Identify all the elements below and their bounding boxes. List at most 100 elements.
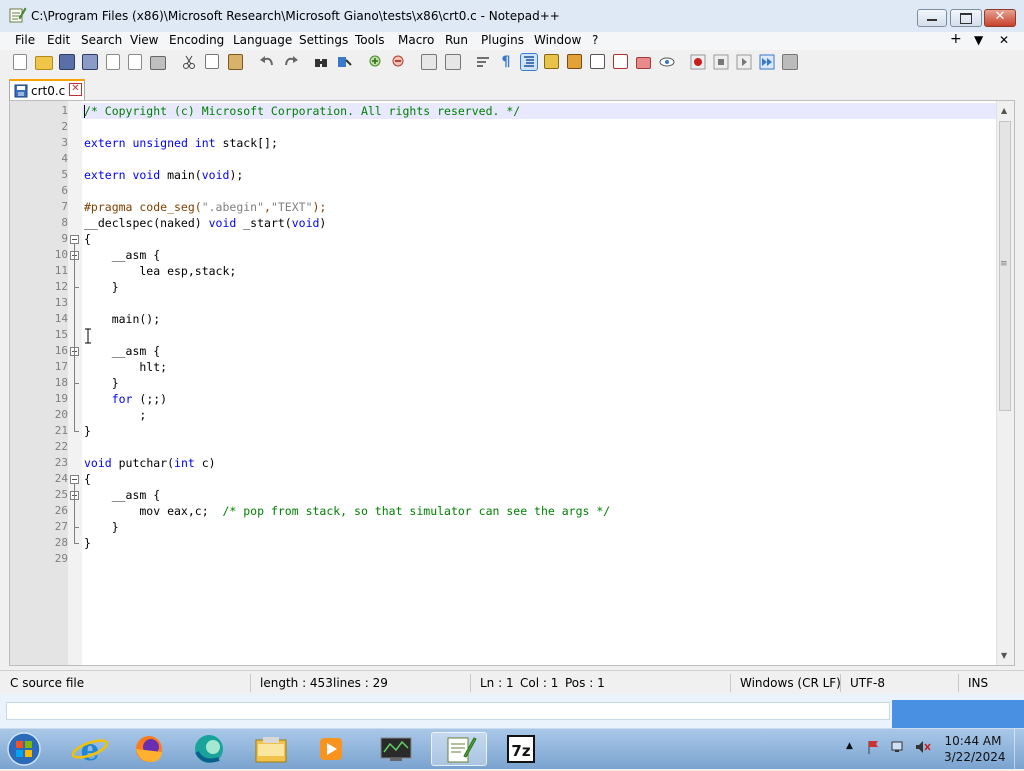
maximize-button[interactable] bbox=[950, 9, 982, 27]
save-macro-icon[interactable] bbox=[782, 54, 798, 70]
fold-toggle-icon[interactable] bbox=[70, 475, 79, 484]
menu-encoding[interactable]: Encoding bbox=[169, 33, 224, 47]
find-icon[interactable] bbox=[313, 54, 329, 70]
code-line[interactable]: } bbox=[84, 279, 119, 295]
code-line[interactable]: lea esp,stack; bbox=[84, 263, 236, 279]
firefox-icon[interactable] bbox=[121, 732, 177, 766]
fold-toggle-icon[interactable] bbox=[70, 235, 79, 244]
menu-macro[interactable]: Macro bbox=[398, 33, 434, 47]
menu-settings[interactable]: Settings bbox=[299, 33, 348, 47]
notepadpp-taskbar-button[interactable] bbox=[431, 732, 487, 766]
close-button[interactable]: ✕ bbox=[984, 9, 1016, 27]
code-line[interactable]: } bbox=[84, 375, 119, 391]
scroll-down-icon[interactable]: ▼ bbox=[1001, 651, 1007, 660]
save-icon[interactable] bbox=[59, 54, 75, 70]
menu-plugins[interactable]: Plugins bbox=[481, 33, 524, 47]
close-all-icon[interactable] bbox=[128, 54, 142, 70]
run-macro-multiple-icon[interactable] bbox=[759, 54, 775, 70]
menu-tools[interactable]: Tools bbox=[355, 33, 385, 47]
code-line[interactable]: mov eax,c; /* pop from stack, so that si… bbox=[84, 503, 610, 519]
status-eol[interactable]: Windows (CR LF) bbox=[740, 676, 841, 690]
open-file-icon[interactable] bbox=[35, 56, 53, 70]
monitoring-icon[interactable] bbox=[636, 57, 651, 69]
menu-file[interactable]: File bbox=[15, 33, 35, 47]
code-line[interactable]: main(); bbox=[84, 311, 160, 327]
sync-horizontal-icon[interactable] bbox=[445, 54, 461, 70]
tab-crt0[interactable]: crt0.c ✕ bbox=[9, 79, 85, 100]
print-icon[interactable] bbox=[150, 56, 166, 70]
copy-icon[interactable] bbox=[205, 54, 219, 69]
tab-list-button[interactable]: ▼ bbox=[974, 33, 983, 47]
internet-explorer-icon[interactable]: e bbox=[62, 732, 118, 768]
edge-icon[interactable] bbox=[181, 732, 237, 766]
zoom-out-icon[interactable] bbox=[391, 54, 407, 70]
word-wrap-icon[interactable] bbox=[475, 54, 491, 70]
taskbar-clock[interactable]: 10:44 AM 3/22/2024 bbox=[944, 733, 1006, 765]
start-button[interactable] bbox=[4, 730, 44, 768]
undo-icon[interactable] bbox=[259, 54, 275, 70]
replace-icon[interactable] bbox=[336, 54, 352, 70]
network-monitor-icon[interactable] bbox=[368, 732, 424, 766]
doc-map-icon[interactable] bbox=[567, 54, 582, 69]
menu-window[interactable]: Window bbox=[534, 33, 581, 47]
status-mode[interactable]: INS bbox=[968, 676, 988, 690]
menu-search[interactable]: Search bbox=[81, 33, 122, 47]
menu-help[interactable]: ? bbox=[592, 33, 598, 47]
7zip-icon[interactable]: 7z bbox=[493, 732, 549, 766]
tray-volume-icon[interactable] bbox=[914, 739, 932, 755]
close-doc-button[interactable]: ✕ bbox=[999, 33, 1009, 47]
zoom-in-icon[interactable] bbox=[368, 54, 384, 70]
code-line[interactable]: #pragma code_seg(".abegin","TEXT"); bbox=[84, 199, 326, 215]
new-file-icon[interactable] bbox=[13, 54, 27, 70]
tab-close-icon[interactable]: ✕ bbox=[69, 83, 82, 96]
code-line[interactable]: __declspec(naked) void _start(void) bbox=[84, 215, 326, 231]
code-line[interactable]: } bbox=[84, 535, 91, 551]
indent-guide-icon[interactable] bbox=[520, 53, 538, 71]
tray-arrow-icon[interactable]: ▲ bbox=[846, 741, 853, 751]
code-line[interactable]: { bbox=[84, 231, 91, 247]
vertical-scrollbar[interactable]: ▲ ≡ ▼ bbox=[996, 101, 1014, 665]
code-editor[interactable]: 1 2 3 4 5 6 7 8 9 10 11 12 13 14 15 16 17 18 19 20 21 22 23 24 2… bbox=[9, 100, 1015, 666]
code-line[interactable]: __asm { bbox=[84, 247, 160, 263]
tray-network-icon[interactable] bbox=[890, 739, 906, 755]
menu-edit[interactable]: Edit bbox=[47, 33, 70, 47]
show-desktop-button[interactable] bbox=[1014, 729, 1024, 769]
new-tab-button[interactable]: + bbox=[950, 31, 962, 47]
scroll-up-icon[interactable]: ▲ bbox=[1001, 106, 1007, 115]
redo-icon[interactable] bbox=[283, 54, 299, 70]
code-line[interactable]: extern void main(void); bbox=[84, 167, 243, 183]
show-all-chars-icon[interactable]: ¶ bbox=[498, 54, 514, 70]
code-line[interactable]: __asm { bbox=[84, 487, 160, 503]
code-line[interactable]: __asm { bbox=[84, 343, 160, 359]
save-all-icon[interactable] bbox=[82, 54, 98, 70]
code-line[interactable]: } bbox=[84, 519, 119, 535]
code-line[interactable]: } bbox=[84, 423, 91, 439]
file-explorer-icon[interactable] bbox=[243, 732, 299, 766]
menu-language[interactable]: Language bbox=[233, 33, 292, 47]
record-macro-icon[interactable] bbox=[690, 54, 706, 70]
code-line[interactable]: void putchar(int c) bbox=[84, 455, 216, 471]
tray-flag-icon[interactable] bbox=[866, 739, 882, 755]
stop-macro-icon[interactable] bbox=[713, 54, 729, 70]
paste-icon[interactable] bbox=[228, 54, 243, 70]
fold-end-marker bbox=[74, 527, 79, 528]
minimize-button[interactable] bbox=[917, 9, 947, 27]
eye-icon[interactable] bbox=[659, 54, 675, 70]
media-player-icon[interactable] bbox=[303, 732, 359, 766]
cut-icon[interactable] bbox=[181, 54, 197, 70]
code-line[interactable]: extern unsigned int stack[]; bbox=[84, 135, 278, 151]
function-list-icon[interactable] bbox=[590, 54, 605, 69]
close-icon[interactable] bbox=[106, 54, 120, 70]
play-macro-icon[interactable] bbox=[736, 54, 752, 70]
code-line[interactable]: /* Copyright (c) Microsoft Corporation. … bbox=[84, 103, 520, 119]
folder-as-workspace-icon[interactable] bbox=[613, 54, 628, 69]
menu-run[interactable]: Run bbox=[445, 33, 468, 47]
code-line[interactable]: ; bbox=[84, 407, 146, 423]
menu-view[interactable]: View bbox=[130, 33, 158, 47]
code-line[interactable]: { bbox=[84, 471, 91, 487]
code-line[interactable]: for (;;) bbox=[84, 391, 167, 407]
status-encoding[interactable]: UTF-8 bbox=[850, 676, 885, 690]
code-line[interactable]: hlt; bbox=[84, 359, 167, 375]
udl-icon[interactable] bbox=[544, 54, 559, 69]
sync-vertical-icon[interactable] bbox=[421, 54, 437, 70]
